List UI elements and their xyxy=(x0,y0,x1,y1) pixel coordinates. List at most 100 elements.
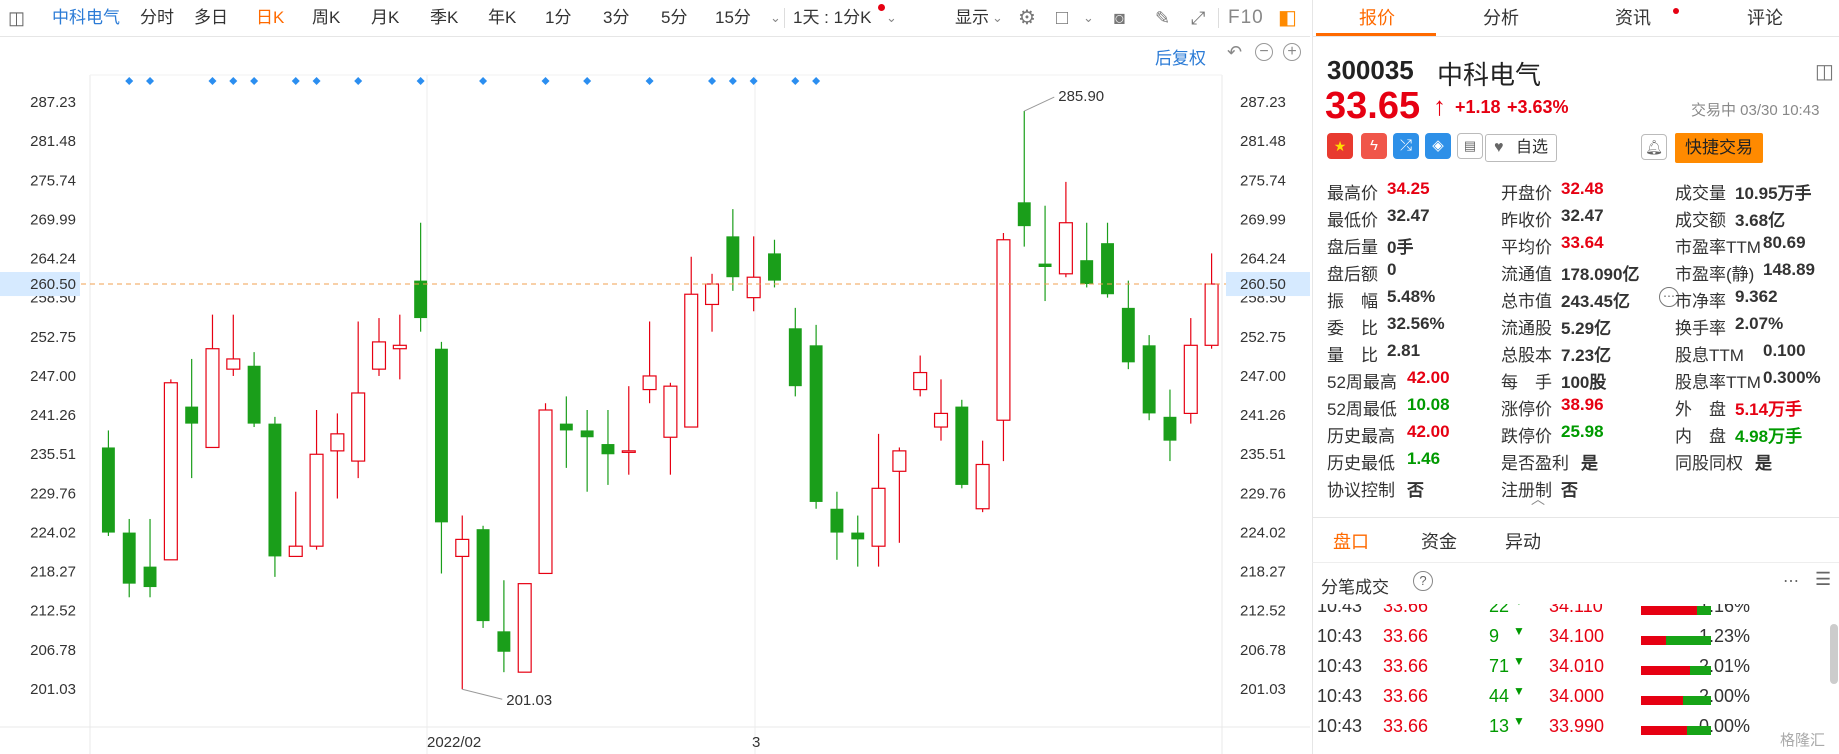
china-flag-icon[interactable]: ★ xyxy=(1327,133,1353,159)
adjust-fuquan-button[interactable]: 后复权 xyxy=(1155,44,1206,69)
candle-body xyxy=(809,345,823,502)
collapse-icon[interactable]: ◫ xyxy=(1815,59,1834,84)
chevron-down-icon[interactable]: ⌄ xyxy=(886,0,897,36)
event-marker-icon xyxy=(708,77,717,85)
gear-icon[interactable]: ⚙ xyxy=(1018,0,1036,36)
collapse-up-icon[interactable]: ︿ xyxy=(1531,489,1545,509)
quick-trade-button[interactable]: 快捷交易 xyxy=(1675,133,1763,163)
event-marker-icon xyxy=(541,77,550,85)
rectangle-tool-icon[interactable]: □ xyxy=(1056,0,1068,36)
quote-field-value: 32.48 xyxy=(1561,179,1604,198)
left-axis-label: 275.74 xyxy=(30,172,76,189)
candle-body xyxy=(768,253,781,281)
tick-row[interactable]: 10:43 33.66 9 34.100 1.23% ▼ xyxy=(1313,624,1839,656)
period-weekk[interactable]: 周K xyxy=(312,0,340,36)
quote-field-value: 32.56% xyxy=(1387,314,1445,333)
tick-time: 10:43 xyxy=(1317,716,1363,736)
candle-body xyxy=(1183,344,1198,415)
period-fenshi[interactable]: 分时 xyxy=(140,0,174,36)
candle-body xyxy=(497,631,511,652)
tab-news[interactable]: 资讯 xyxy=(1615,0,1651,36)
subtab-zijin[interactable]: 资金 xyxy=(1421,528,1457,554)
active-tab-underline xyxy=(1316,33,1436,36)
quote-field-value: 5.29亿 xyxy=(1561,319,1612,338)
period-yeark[interactable]: 年K xyxy=(488,0,516,36)
tab-analysis[interactable]: 分析 xyxy=(1483,0,1519,36)
period-duori[interactable]: 多日 xyxy=(194,0,228,36)
zoom-out-icon[interactable]: − xyxy=(1255,43,1273,61)
event-marker-icon xyxy=(791,77,800,85)
subtab-pankou[interactable]: 盘口 xyxy=(1333,528,1369,554)
tick-row[interactable]: 10:4333.662234.1101.16%▼ xyxy=(1313,604,1839,626)
chevron-down-icon[interactable]: ⌄ xyxy=(992,0,1003,36)
chevron-down-icon[interactable]: ⌄ xyxy=(1083,0,1094,36)
period-15min[interactable]: 15分 xyxy=(715,0,751,36)
quote-field-label: 股息TTM xyxy=(1675,346,1744,365)
bookmark-icon[interactable]: ▤ xyxy=(1457,133,1483,159)
more-icon[interactable]: ⋯ xyxy=(1783,571,1799,591)
tick-price: 33.66 xyxy=(1383,604,1429,616)
candle-body xyxy=(205,348,220,449)
quote-field-label: 是否盈利 xyxy=(1501,454,1569,473)
ticks-scrollbar[interactable] xyxy=(1830,624,1838,684)
ticks-list[interactable]: 10:4333.662234.1101.16%▼10:4333.66934.10… xyxy=(1312,604,1839,754)
candle-body xyxy=(122,532,136,584)
candle-body xyxy=(1204,283,1219,346)
candle-body xyxy=(851,532,865,540)
tab-comments[interactable]: 评论 xyxy=(1747,0,1783,36)
news-dot xyxy=(1673,8,1679,14)
quote-field-value: 42.00 xyxy=(1407,368,1450,387)
candle-body xyxy=(434,348,448,523)
candle-body xyxy=(746,276,761,299)
tick-row[interactable]: 10:43 33.66 71 34.010 2.01% ▼ xyxy=(1313,654,1839,686)
period-monthk[interactable]: 月K xyxy=(371,0,399,36)
zoom-in-icon[interactable]: + xyxy=(1283,43,1301,61)
right-axis-label: 201.03 xyxy=(1240,681,1286,698)
bell-icon[interactable]: 🔔︎ xyxy=(1641,134,1667,160)
tab-quote[interactable]: 报价 xyxy=(1359,0,1395,36)
period-1min[interactable]: 1分 xyxy=(545,0,571,36)
quote-field-value: 10.08 xyxy=(1407,395,1450,414)
lightning-icon[interactable]: ϟ xyxy=(1361,133,1387,159)
period-3min[interactable]: 3分 xyxy=(603,0,629,36)
tag-icon[interactable]: ◈ xyxy=(1425,133,1451,159)
ticks-header: 分笔成交 ? ⋯ ☰ xyxy=(1312,562,1839,605)
tick-time: 10:43 xyxy=(1317,626,1363,646)
display-menu[interactable]: 显示 xyxy=(955,0,989,36)
trading-status: 交易中 03/30 10:43 xyxy=(1691,102,1820,119)
add-watchlist-button[interactable]: ♥ 自选 xyxy=(1485,134,1558,162)
down-arrow-icon: ▼ xyxy=(1513,714,1525,728)
fullscreen-icon[interactable]: ⤢ xyxy=(1191,0,1205,36)
candle-body xyxy=(288,545,303,558)
sell-ratio-bar xyxy=(1683,696,1711,705)
quote-field-label: 跌停价 xyxy=(1501,427,1552,446)
f10-button[interactable]: F10 xyxy=(1228,0,1264,36)
pen-icon[interactable]: ✎ xyxy=(1155,0,1170,36)
kline-chart[interactable]: 287.23 287.23 281.48 281.48 275.74 275.74 269.… xyxy=(0,37,1310,754)
level-price: 34.110 xyxy=(1549,604,1603,616)
quote-field-value: 33.64 xyxy=(1561,233,1604,252)
undo-icon[interactable]: ↶ xyxy=(1227,42,1242,63)
left-axis-label: 206.78 xyxy=(30,642,76,659)
event-marker-icon xyxy=(291,77,300,85)
shuffle-icon[interactable]: ⤮ xyxy=(1393,133,1419,159)
tick-row[interactable]: 10:43 33.66 44 34.000 2.00% ▼ xyxy=(1313,684,1839,716)
range-select[interactable]: 1天 : 1分K xyxy=(793,0,871,36)
tick-price: 33.66 xyxy=(1383,626,1429,646)
right-axis-label: 206.78 xyxy=(1240,642,1286,659)
panel-toggle-icon[interactable]: ◧ xyxy=(1278,0,1297,36)
sidebar-toggle-icon[interactable]: ◫ xyxy=(8,0,25,36)
quote-field-value: 0.100 xyxy=(1763,341,1806,360)
camera-icon[interactable]: ◙ xyxy=(1114,0,1125,36)
list-view-icon[interactable]: ☰ xyxy=(1815,569,1831,590)
chevron-down-icon[interactable]: ⌄ xyxy=(770,0,781,36)
period-quarterk[interactable]: 季K xyxy=(430,0,458,36)
period-5min[interactable]: 5分 xyxy=(661,0,687,36)
quote-field-value: 4.98万手 xyxy=(1735,427,1803,446)
help-icon[interactable]: ? xyxy=(1413,571,1433,591)
sell-ratio-bar xyxy=(1697,606,1711,615)
stock-name-tab[interactable]: 中科电气 xyxy=(52,0,120,36)
subtab-yidong[interactable]: 异动 xyxy=(1505,528,1541,554)
period-dayk[interactable]: 日K xyxy=(256,0,284,36)
tick-row[interactable]: 10:43 33.66 13 33.990 0.00% ▼ xyxy=(1313,714,1839,746)
